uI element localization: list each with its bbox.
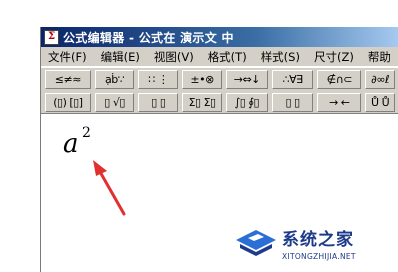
watermark-text: 系统之家	[282, 230, 354, 250]
watermark-logo-icon	[232, 226, 278, 260]
watermark: 系统之家 XITONGZHIJIA.NET	[232, 218, 392, 268]
watermark-url: XITONGZHIJIA.NET	[282, 252, 356, 261]
